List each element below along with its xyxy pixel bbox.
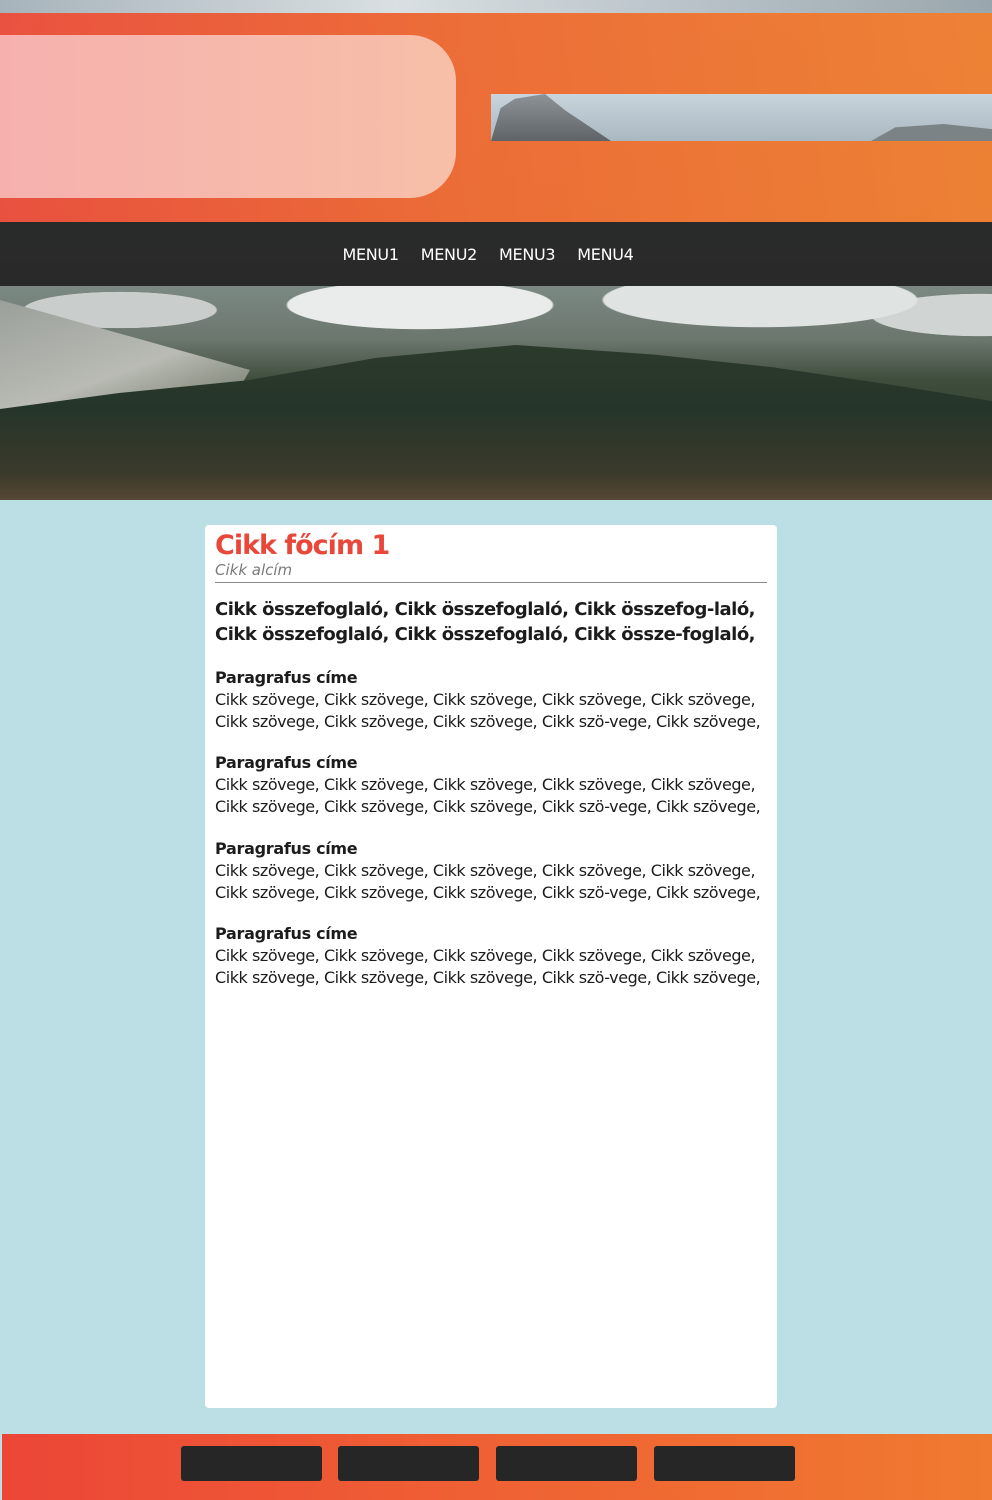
hero-header: MENU1 MENU2 MENU3 MENU4 (0, 0, 992, 500)
article-subtitle: Cikk alcím (215, 561, 293, 579)
footer-button-1[interactable] (181, 1446, 322, 1481)
paragraph-title: Paragrafus címe (215, 838, 358, 858)
footer-button-4[interactable] (654, 1446, 795, 1481)
peak-shape (491, 94, 611, 141)
paragraph-text: Cikk szövege, Cikk szövege, Cikk szövege… (215, 860, 761, 902)
paragraph-text: Cikk szövege, Cikk szövege, Cikk szövege… (215, 946, 761, 987)
paragraph-section: Paragrafus címe Cikk szövege, Cikk szöve… (215, 667, 765, 732)
article-title: Cikk főcím 1 (215, 530, 390, 561)
peak-shape-small (871, 124, 992, 141)
footer-bar (2, 1434, 992, 1500)
mountain-peak-image (491, 94, 992, 141)
sky-strip (0, 0, 992, 14)
paragraph-section: Paragrafus címe Cikk szövege, Cikk szöve… (215, 752, 765, 817)
article-card: Cikk főcím 1 Cikk alcím Cikk összefoglal… (205, 525, 777, 1408)
paragraph-text: Cikk szövege, Cikk szövege, Cikk szövege… (215, 690, 761, 731)
paragraph-text: Cikk szövege, Cikk szövege, Cikk szövege… (215, 775, 761, 817)
article-summary: Cikk összefoglaló, Cikk összefoglaló, Ci… (215, 599, 756, 645)
paragraph-section: Paragrafus címe Cikk szövege, Cikk szöve… (215, 923, 765, 988)
logo-placeholder[interactable] (0, 35, 456, 198)
footer-button-3[interactable] (496, 1446, 637, 1481)
paragraph-section: Paragrafus címe Cikk szövege, Cikk szöve… (215, 838, 765, 903)
paragraph-title: Paragrafus címe (215, 753, 358, 773)
title-divider (215, 582, 767, 583)
main-navigation: MENU1 MENU2 MENU3 MENU4 (0, 222, 992, 286)
paragraph-title: Paragrafus címe (215, 668, 358, 687)
nav-menu1[interactable]: MENU1 (342, 245, 399, 264)
footer-button-2[interactable] (338, 1446, 479, 1481)
paragraph-title: Paragrafus címe (215, 924, 358, 944)
nav-menu3[interactable]: MENU3 (499, 245, 556, 264)
nav-menu2[interactable]: MENU2 (421, 245, 478, 264)
nav-menu4[interactable]: MENU4 (577, 245, 634, 264)
